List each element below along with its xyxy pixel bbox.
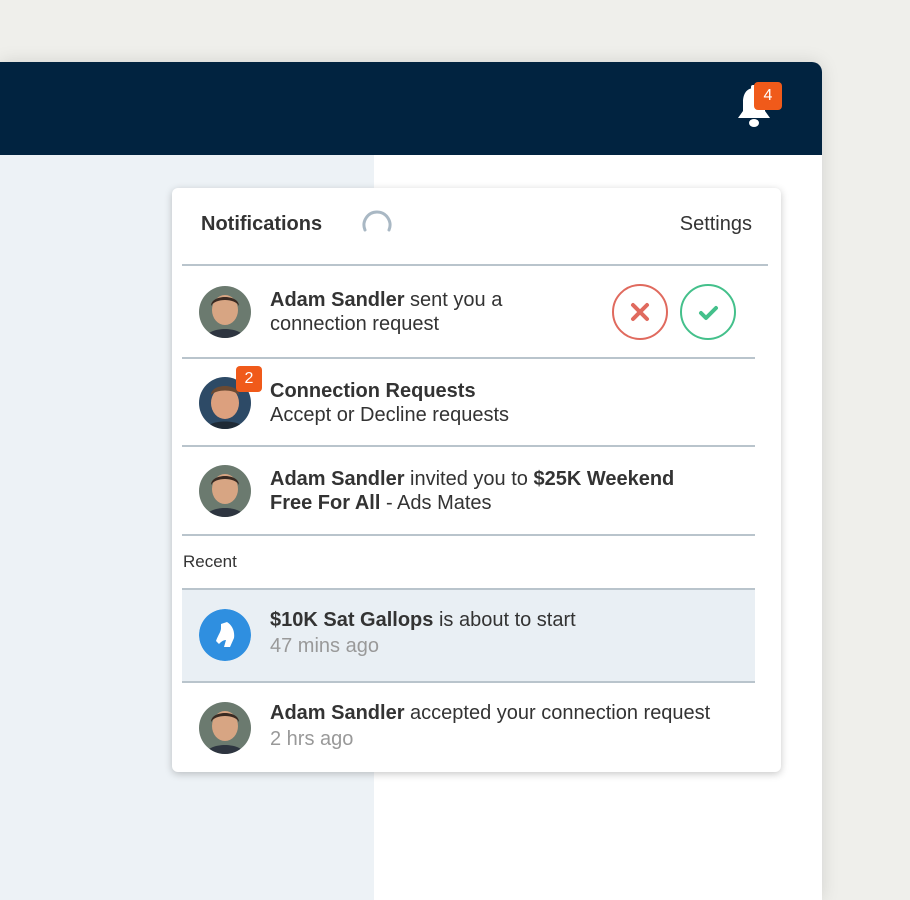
person-avatar (199, 702, 251, 754)
actor-name: Adam Sandler (270, 702, 405, 724)
notification-text: $10K Sat Gallops is about to start 47 mi… (270, 608, 576, 660)
request-count-badge: 2 (236, 366, 262, 392)
event-name: $25K Weekend (533, 468, 675, 490)
actor-name: Adam Sandler (270, 289, 405, 311)
timestamp: 2 hrs ago (270, 728, 354, 750)
notification-text: Adam Sandler invited you to $25K Weekend… (270, 467, 674, 515)
notification-text-part: accepted your connection request (404, 702, 711, 724)
notification-text-part: - Ads Mates (380, 492, 492, 514)
loading-spinner-icon (362, 210, 392, 232)
notifications-panel: Notifications Settings Adam Sandler sent… (172, 188, 781, 772)
notification-text: Adam Sandler sent you a connection reque… (270, 288, 502, 336)
recent-section-label: Recent (183, 552, 237, 571)
recent-item[interactable]: $10K Sat Gallops is about to start 47 mi… (182, 590, 755, 683)
close-icon (631, 303, 649, 321)
actor-name: Adam Sandler (270, 468, 405, 490)
checkmark-icon (699, 306, 718, 320)
person-avatar (199, 465, 251, 517)
event-name: $10K Sat Gallops (270, 609, 434, 631)
person-avatar (199, 286, 251, 338)
timestamp: 47 mins ago (270, 635, 379, 657)
notification-text-part: invited you to (404, 468, 534, 490)
notification-text: Connection Requests Accept or Decline re… (270, 379, 509, 427)
notification-text: Adam Sandler accepted your connection re… (270, 701, 710, 753)
notification-item[interactable]: Adam Sandler sent you a connection reque… (182, 266, 755, 359)
item-subtitle: Accept or Decline requests (270, 404, 510, 426)
settings-link[interactable]: Settings (680, 213, 752, 236)
panel-title: Notifications (201, 213, 323, 235)
accept-button[interactable] (680, 284, 736, 340)
top-bar: 4 (0, 62, 822, 155)
connection-requests-item[interactable]: 2 Connection Requests Accept or Decline … (182, 359, 755, 447)
notification-text-part: is about to start (433, 609, 576, 631)
notification-text-part: connection request (270, 313, 440, 335)
recent-item[interactable]: Adam Sandler accepted your connection re… (182, 683, 755, 772)
item-title: Connection Requests (270, 380, 476, 402)
notification-item[interactable]: Adam Sandler invited you to $25K Weekend… (182, 447, 755, 536)
decline-button[interactable] (612, 284, 668, 340)
event-name: Free For All (270, 492, 381, 514)
notification-count-badge: 4 (754, 82, 782, 110)
horse-icon (199, 609, 251, 661)
notification-text-part: sent you a (404, 289, 503, 311)
